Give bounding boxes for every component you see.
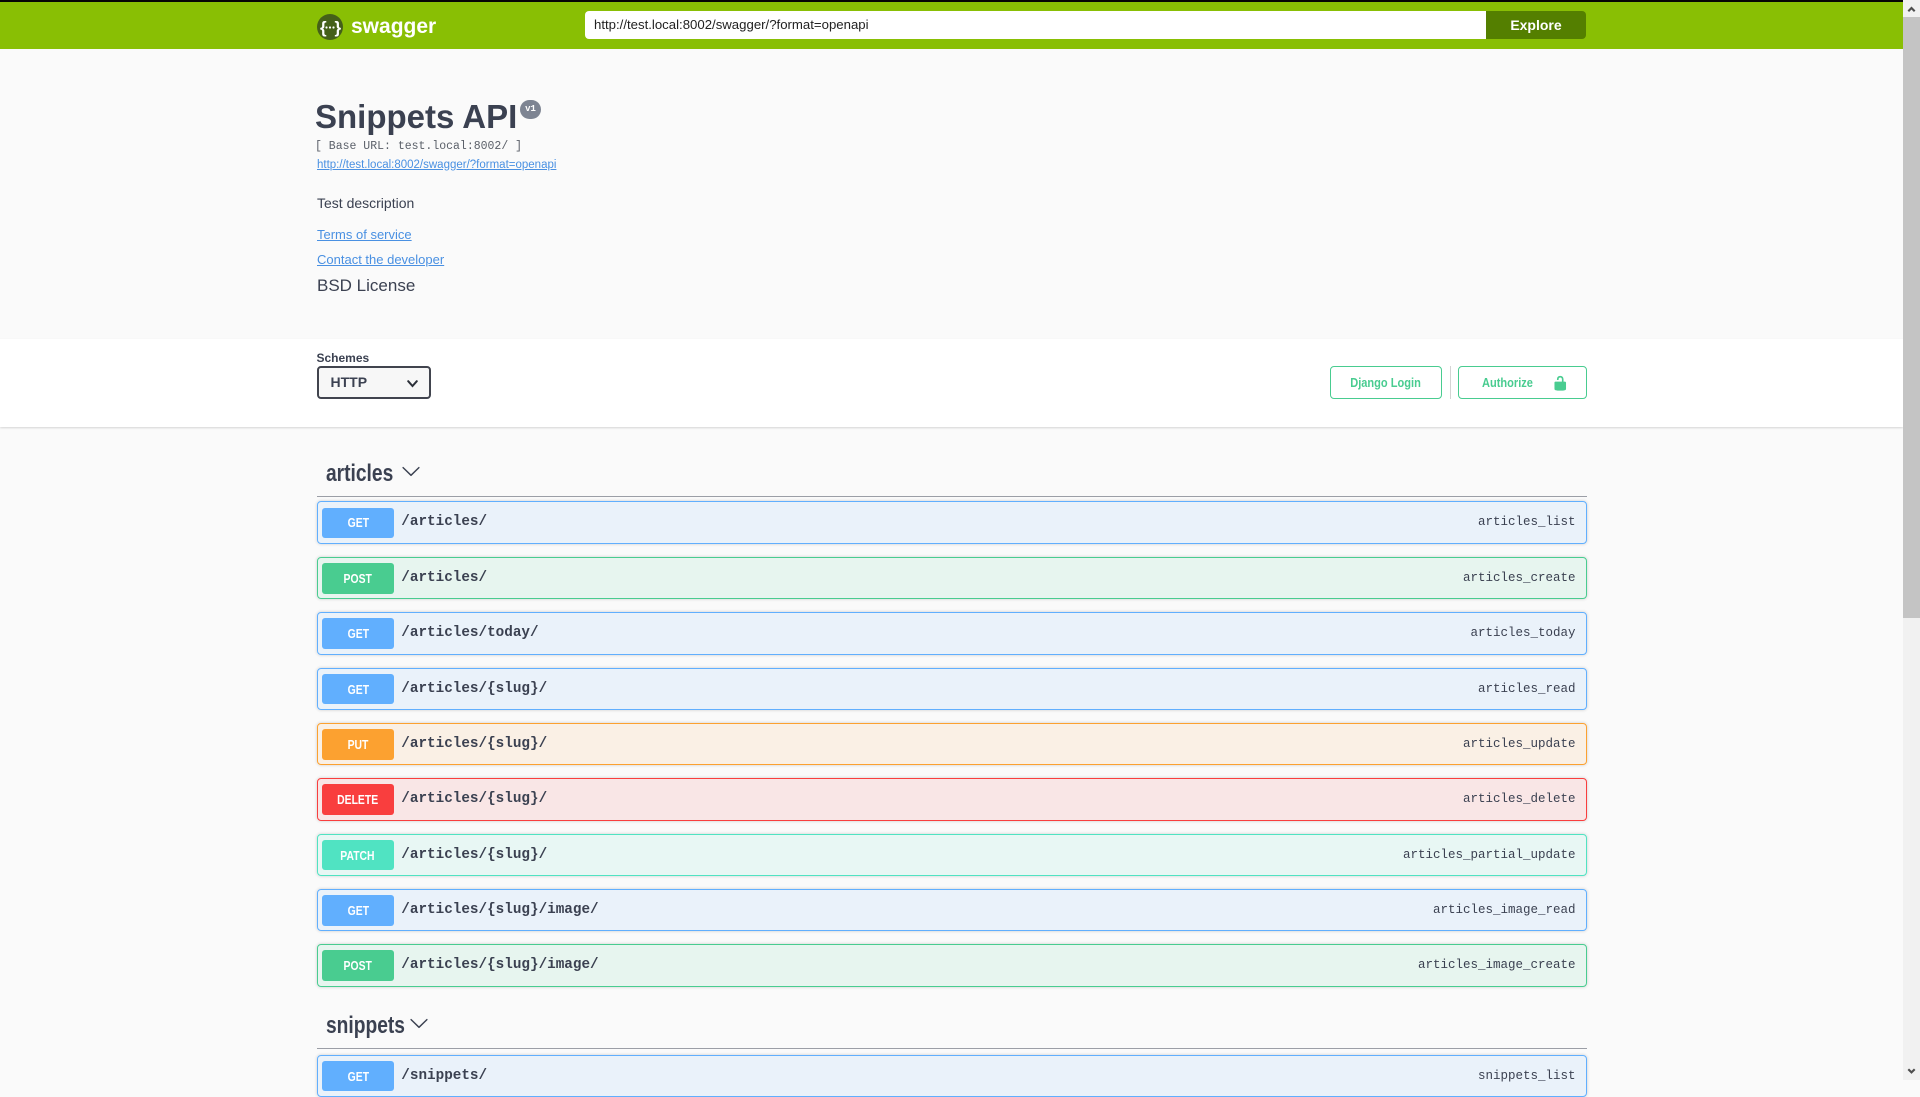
svg-text:}: } — [335, 18, 342, 37]
